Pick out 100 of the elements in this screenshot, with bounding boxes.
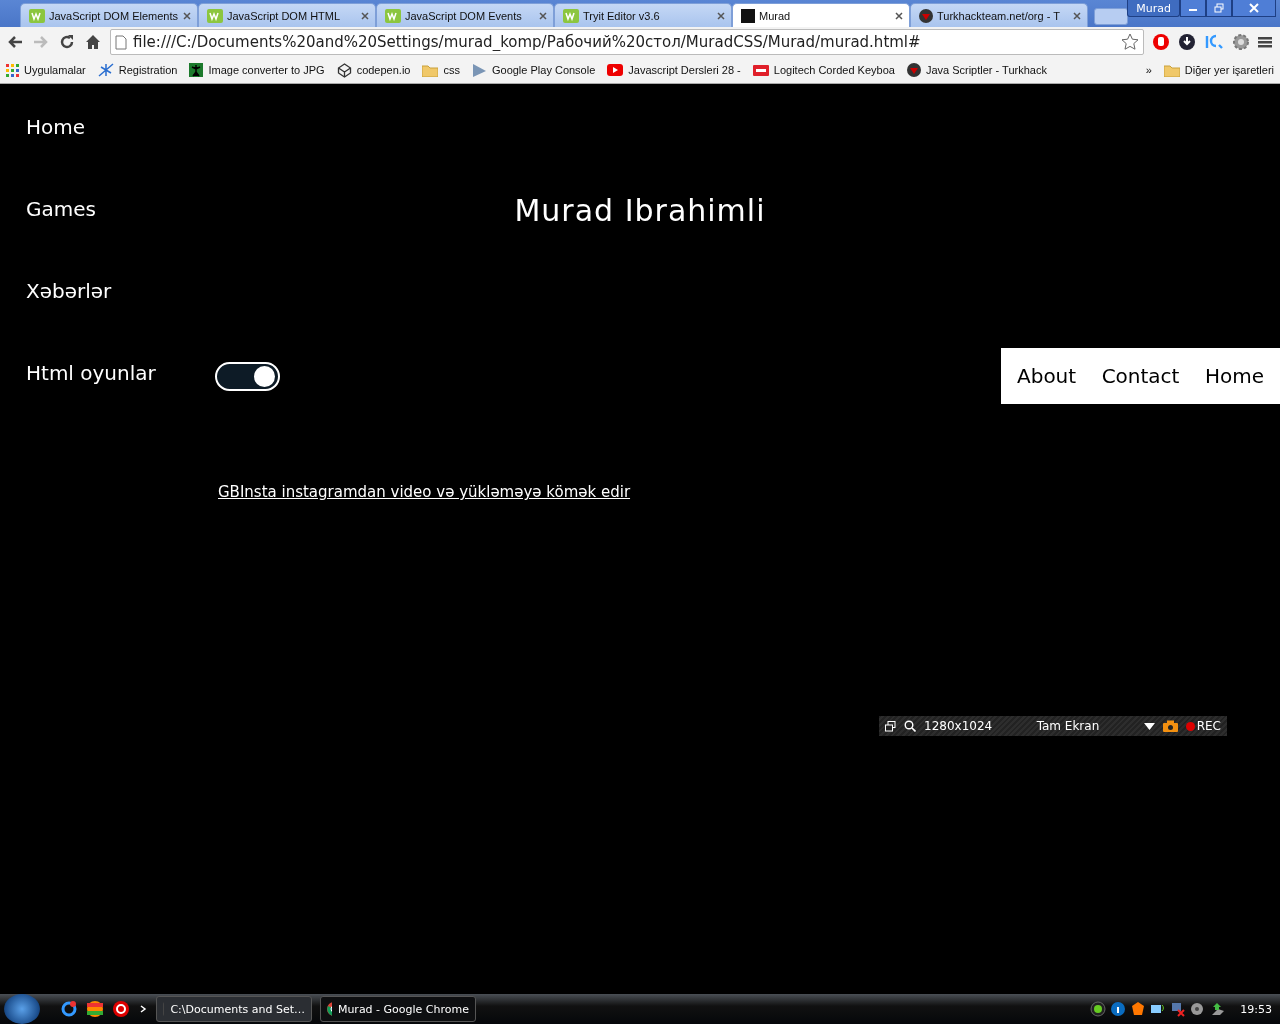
taskbar-button[interactable]: Murad - Google Chrome — [320, 996, 476, 1022]
stop-sign-icon[interactable] — [1152, 33, 1170, 51]
folder-icon — [1163, 63, 1180, 77]
safely-remove-icon[interactable] — [1210, 1001, 1227, 1017]
shield-icon[interactable] — [1130, 1001, 1147, 1017]
cube-icon — [336, 62, 352, 78]
mode-text: Tam Ekran — [1036, 719, 1100, 733]
minimize-button[interactable] — [1180, 0, 1206, 17]
browser-tab[interactable]: Murad — [732, 3, 910, 27]
bookmark[interactable]: Java Scriptler - Turkhack — [906, 63, 1047, 77]
bookmark-label: Uygulamalar — [24, 64, 86, 76]
nav-link[interactable]: Home — [1204, 364, 1264, 388]
close-button[interactable] — [1232, 0, 1276, 17]
logo-icon — [752, 64, 769, 76]
ring-badge-icon[interactable] — [112, 1000, 130, 1018]
resolution-text: 1280x1024 — [924, 719, 993, 733]
chevron-icon[interactable] — [138, 1004, 148, 1014]
rec-label[interactable]: REC — [1196, 719, 1221, 733]
bookmark[interactable]: Image converter to JPG — [189, 63, 325, 77]
emblem-icon — [919, 8, 933, 23]
sidebar-link[interactable]: Xəbərlər — [26, 279, 215, 304]
bookmark[interactable]: Uygulamalar — [6, 63, 86, 77]
restore-icon — [1214, 3, 1224, 13]
text-link[interactable]: GBInsta instagramdan video və yükləməyə kömək edir — [218, 483, 631, 501]
clock: 19:53 — [1240, 1002, 1272, 1016]
bookmark-label: Javascript Dersleri 28 - — [628, 64, 741, 76]
emblem-icon — [906, 63, 921, 77]
bookmark[interactable]: Diğer yer işaretleri — [1163, 63, 1274, 77]
sidebar-link[interactable]: Games — [26, 197, 215, 222]
bookmark-label: Registration — [118, 64, 178, 76]
page-icon — [115, 34, 127, 50]
nav-link[interactable]: Contact — [1101, 364, 1180, 388]
folder-icon — [422, 63, 439, 77]
close-icon[interactable] — [717, 11, 725, 20]
bookmark-label: Image converter to JPG — [208, 64, 325, 76]
tab-title: Turkhackteam.net/org - T — [937, 9, 1061, 22]
sidebar-link[interactable]: Html oyunlar — [26, 361, 215, 386]
browser-tab[interactable]: Tryit Editor v3.6 — [554, 3, 732, 27]
gear-icon[interactable] — [1232, 33, 1250, 51]
browser-tab[interactable]: JavaScript DOM Events — [376, 3, 554, 27]
search-icon[interactable] — [904, 720, 916, 732]
nav-link[interactable]: About — [1017, 364, 1077, 388]
home-icon[interactable] — [84, 33, 102, 51]
start-button[interactable] — [4, 994, 40, 1024]
bookmark[interactable]: css — [422, 63, 460, 77]
browser-tab[interactable]: Turkhackteam.net/org - T — [910, 3, 1088, 27]
record-dot-icon[interactable] — [1185, 721, 1195, 731]
windows-icon[interactable] — [885, 720, 896, 732]
page-icon — [741, 8, 755, 23]
camera-icon[interactable] — [1162, 720, 1178, 732]
close-icon[interactable] — [361, 11, 369, 20]
star-icon[interactable] — [1121, 33, 1139, 51]
bookmark[interactable]: Javascript Dersleri 28 - — [607, 64, 741, 76]
bookmark-label: Diğer yer işaretleri — [1184, 64, 1274, 76]
tab-title: JavaScript DOM Events — [405, 9, 523, 22]
bookmark[interactable]: Registration — [97, 63, 178, 77]
profile-button[interactable]: Murad — [1127, 0, 1180, 17]
taskbar-button[interactable]: C:\Documents and Set… — [156, 996, 312, 1022]
tab-title: Tryit Editor v3.6 — [583, 9, 661, 22]
close-icon[interactable] — [539, 11, 547, 20]
close-icon[interactable] — [895, 11, 903, 20]
bookmark[interactable]: Google Play Console — [471, 62, 596, 78]
browser-tab[interactable]: JavaScript DOM Elements — [20, 3, 198, 27]
w3-logo-icon — [207, 8, 223, 23]
iq-logo-icon[interactable] — [1204, 34, 1224, 50]
status-orb-icon[interactable] — [1090, 1001, 1107, 1017]
restore-button[interactable] — [1206, 0, 1232, 17]
tab-title: JavaScript DOM HTML — [227, 9, 342, 22]
address-bar[interactable]: file:///C:/Documents%20and%20Settings/murad_komp/Рабочий%20стол/MuradCSS/Murad/murad.html# — [110, 29, 1144, 55]
download-icon[interactable] — [1178, 33, 1196, 51]
browser-tab[interactable]: JavaScript DOM HTML — [198, 3, 376, 27]
bookmark-label: codepen.io — [356, 64, 411, 76]
bookmark-label: Google Play Console — [491, 64, 596, 76]
bookmark-label: css — [443, 64, 460, 76]
info-icon[interactable] — [1110, 1001, 1127, 1017]
spark-icon — [97, 63, 114, 77]
w3-logo-icon — [29, 8, 45, 23]
bookmark[interactable]: codepen.io — [336, 62, 411, 78]
play-icon — [471, 62, 487, 78]
w3-logo-icon — [385, 8, 401, 23]
more-bookmarks-button[interactable]: » — [1145, 64, 1152, 76]
w3-logo-icon — [563, 8, 579, 23]
video-play-icon — [607, 64, 624, 76]
figure-icon — [189, 63, 204, 77]
menu-icon[interactable] — [1258, 34, 1274, 50]
close-icon — [1249, 3, 1259, 13]
reload-icon[interactable] — [58, 33, 76, 51]
rainbow-circle-icon[interactable] — [86, 1000, 104, 1018]
disconnected-network-icon[interactable] — [1170, 1001, 1187, 1017]
page-title: Murad Ibrahimli — [513, 196, 767, 226]
bookmark-label: Java Scriptler - Turkhack — [925, 64, 1047, 76]
dropdown-caret-icon[interactable] — [1143, 722, 1155, 730]
toggle-switch[interactable] — [215, 361, 280, 391]
url-text: file:///C:/Documents%20and%20Settings/murad_komp/Рабочий%20стол/MuradCSS/Murad/murad.html# — [133, 33, 922, 51]
close-icon[interactable] — [1073, 11, 1081, 20]
apps-grid-icon — [6, 63, 19, 77]
refresh-icon[interactable] — [60, 1000, 78, 1018]
close-icon[interactable] — [183, 11, 191, 20]
tab-title: JavaScript DOM Elements — [49, 9, 179, 22]
sidebar-link[interactable]: Home — [26, 115, 215, 140]
